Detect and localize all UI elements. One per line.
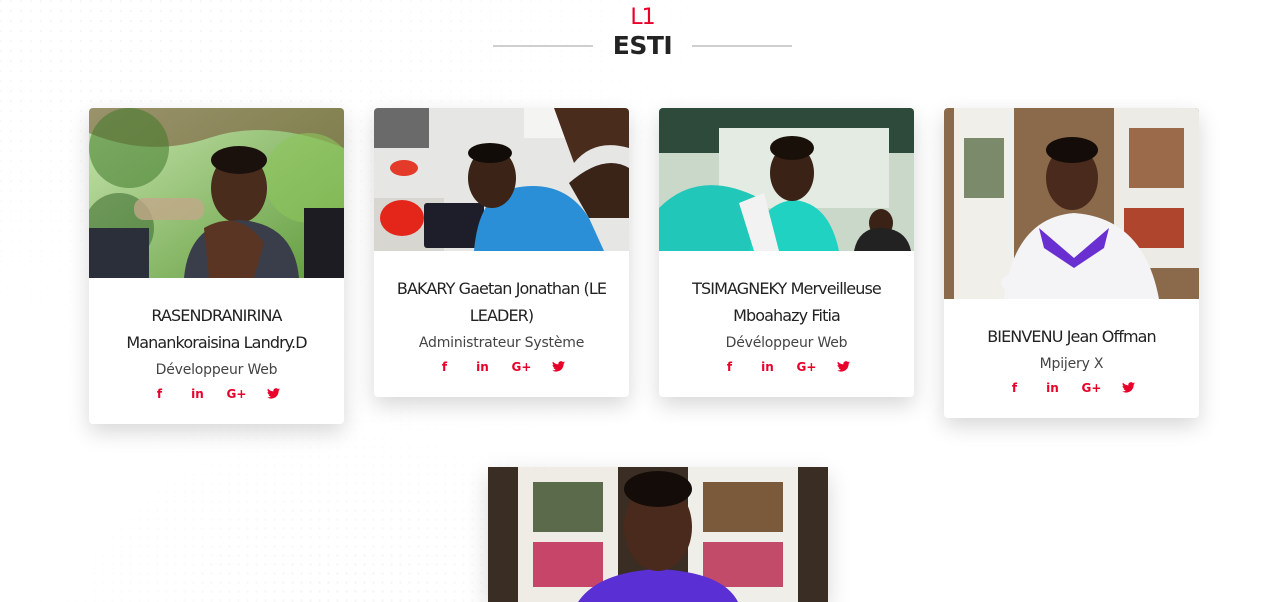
member-role: Mpijery X <box>1039 356 1104 372</box>
linkedin-icon[interactable]: in <box>189 386 207 402</box>
member-photo <box>944 108 1199 299</box>
team-page: L1 ESTI RASENDRANIRINA Manankoraisina La… <box>0 0 1285 602</box>
member-photo <box>488 467 828 602</box>
team-card: TSIMAGNEKY Merveilleuse Mboahazy Fitia D… <box>659 108 914 397</box>
member-photo <box>659 108 914 251</box>
member-name: BIENVENU Jean Offman <box>987 327 1156 346</box>
twitter-icon[interactable] <box>265 386 283 402</box>
linkedin-icon[interactable]: in <box>1044 380 1062 396</box>
social-links: f in G+ <box>89 386 344 424</box>
social-links: f in G+ <box>659 359 914 397</box>
facebook-icon[interactable]: f <box>151 386 169 402</box>
section-subtitle: L1 <box>630 5 655 30</box>
linkedin-icon[interactable]: in <box>759 359 777 375</box>
social-links: f in G+ <box>374 359 629 397</box>
facebook-icon[interactable]: f <box>436 359 454 375</box>
linkedin-icon[interactable]: in <box>474 359 492 375</box>
team-card: RASENDRANIRINA Manankoraisina Landry.D D… <box>89 108 344 424</box>
member-name: RASENDRANIRINA Manankoraisina Landry.D <box>126 306 307 352</box>
section-header: L1 ESTI <box>0 6 1285 61</box>
facebook-icon[interactable]: f <box>721 359 739 375</box>
member-role: Développeur Web <box>155 362 278 378</box>
title-divider-left <box>492 45 593 47</box>
twitter-icon[interactable] <box>1120 380 1138 396</box>
social-links: f in G+ <box>944 380 1199 418</box>
member-name: TSIMAGNEKY Merveilleuse Mboahazy Fitia <box>692 279 882 325</box>
team-card: BIENVENU Jean Offman Mpijery X f in G+ <box>944 108 1199 418</box>
facebook-icon[interactable]: f <box>1006 380 1024 396</box>
google-plus-icon[interactable]: G+ <box>512 359 532 375</box>
team-card <box>488 467 828 602</box>
title-row: ESTI <box>0 31 1285 61</box>
google-plus-icon[interactable]: G+ <box>227 386 247 402</box>
member-name: BAKARY Gaetan Jonathan (LE LEADER) <box>396 279 607 325</box>
member-role: Administrateur Système <box>418 335 585 351</box>
section-title: ESTI <box>612 31 673 60</box>
twitter-icon[interactable] <box>550 359 568 375</box>
member-photo <box>89 108 344 278</box>
title-divider-right <box>692 45 793 47</box>
google-plus-icon[interactable]: G+ <box>1082 380 1102 396</box>
google-plus-icon[interactable]: G+ <box>797 359 817 375</box>
team-card: BAKARY Gaetan Jonathan (LE LEADER) Admin… <box>374 108 629 397</box>
member-photo <box>374 108 629 251</box>
member-role: Dévéloppeur Web <box>725 335 848 351</box>
twitter-icon[interactable] <box>835 359 853 375</box>
